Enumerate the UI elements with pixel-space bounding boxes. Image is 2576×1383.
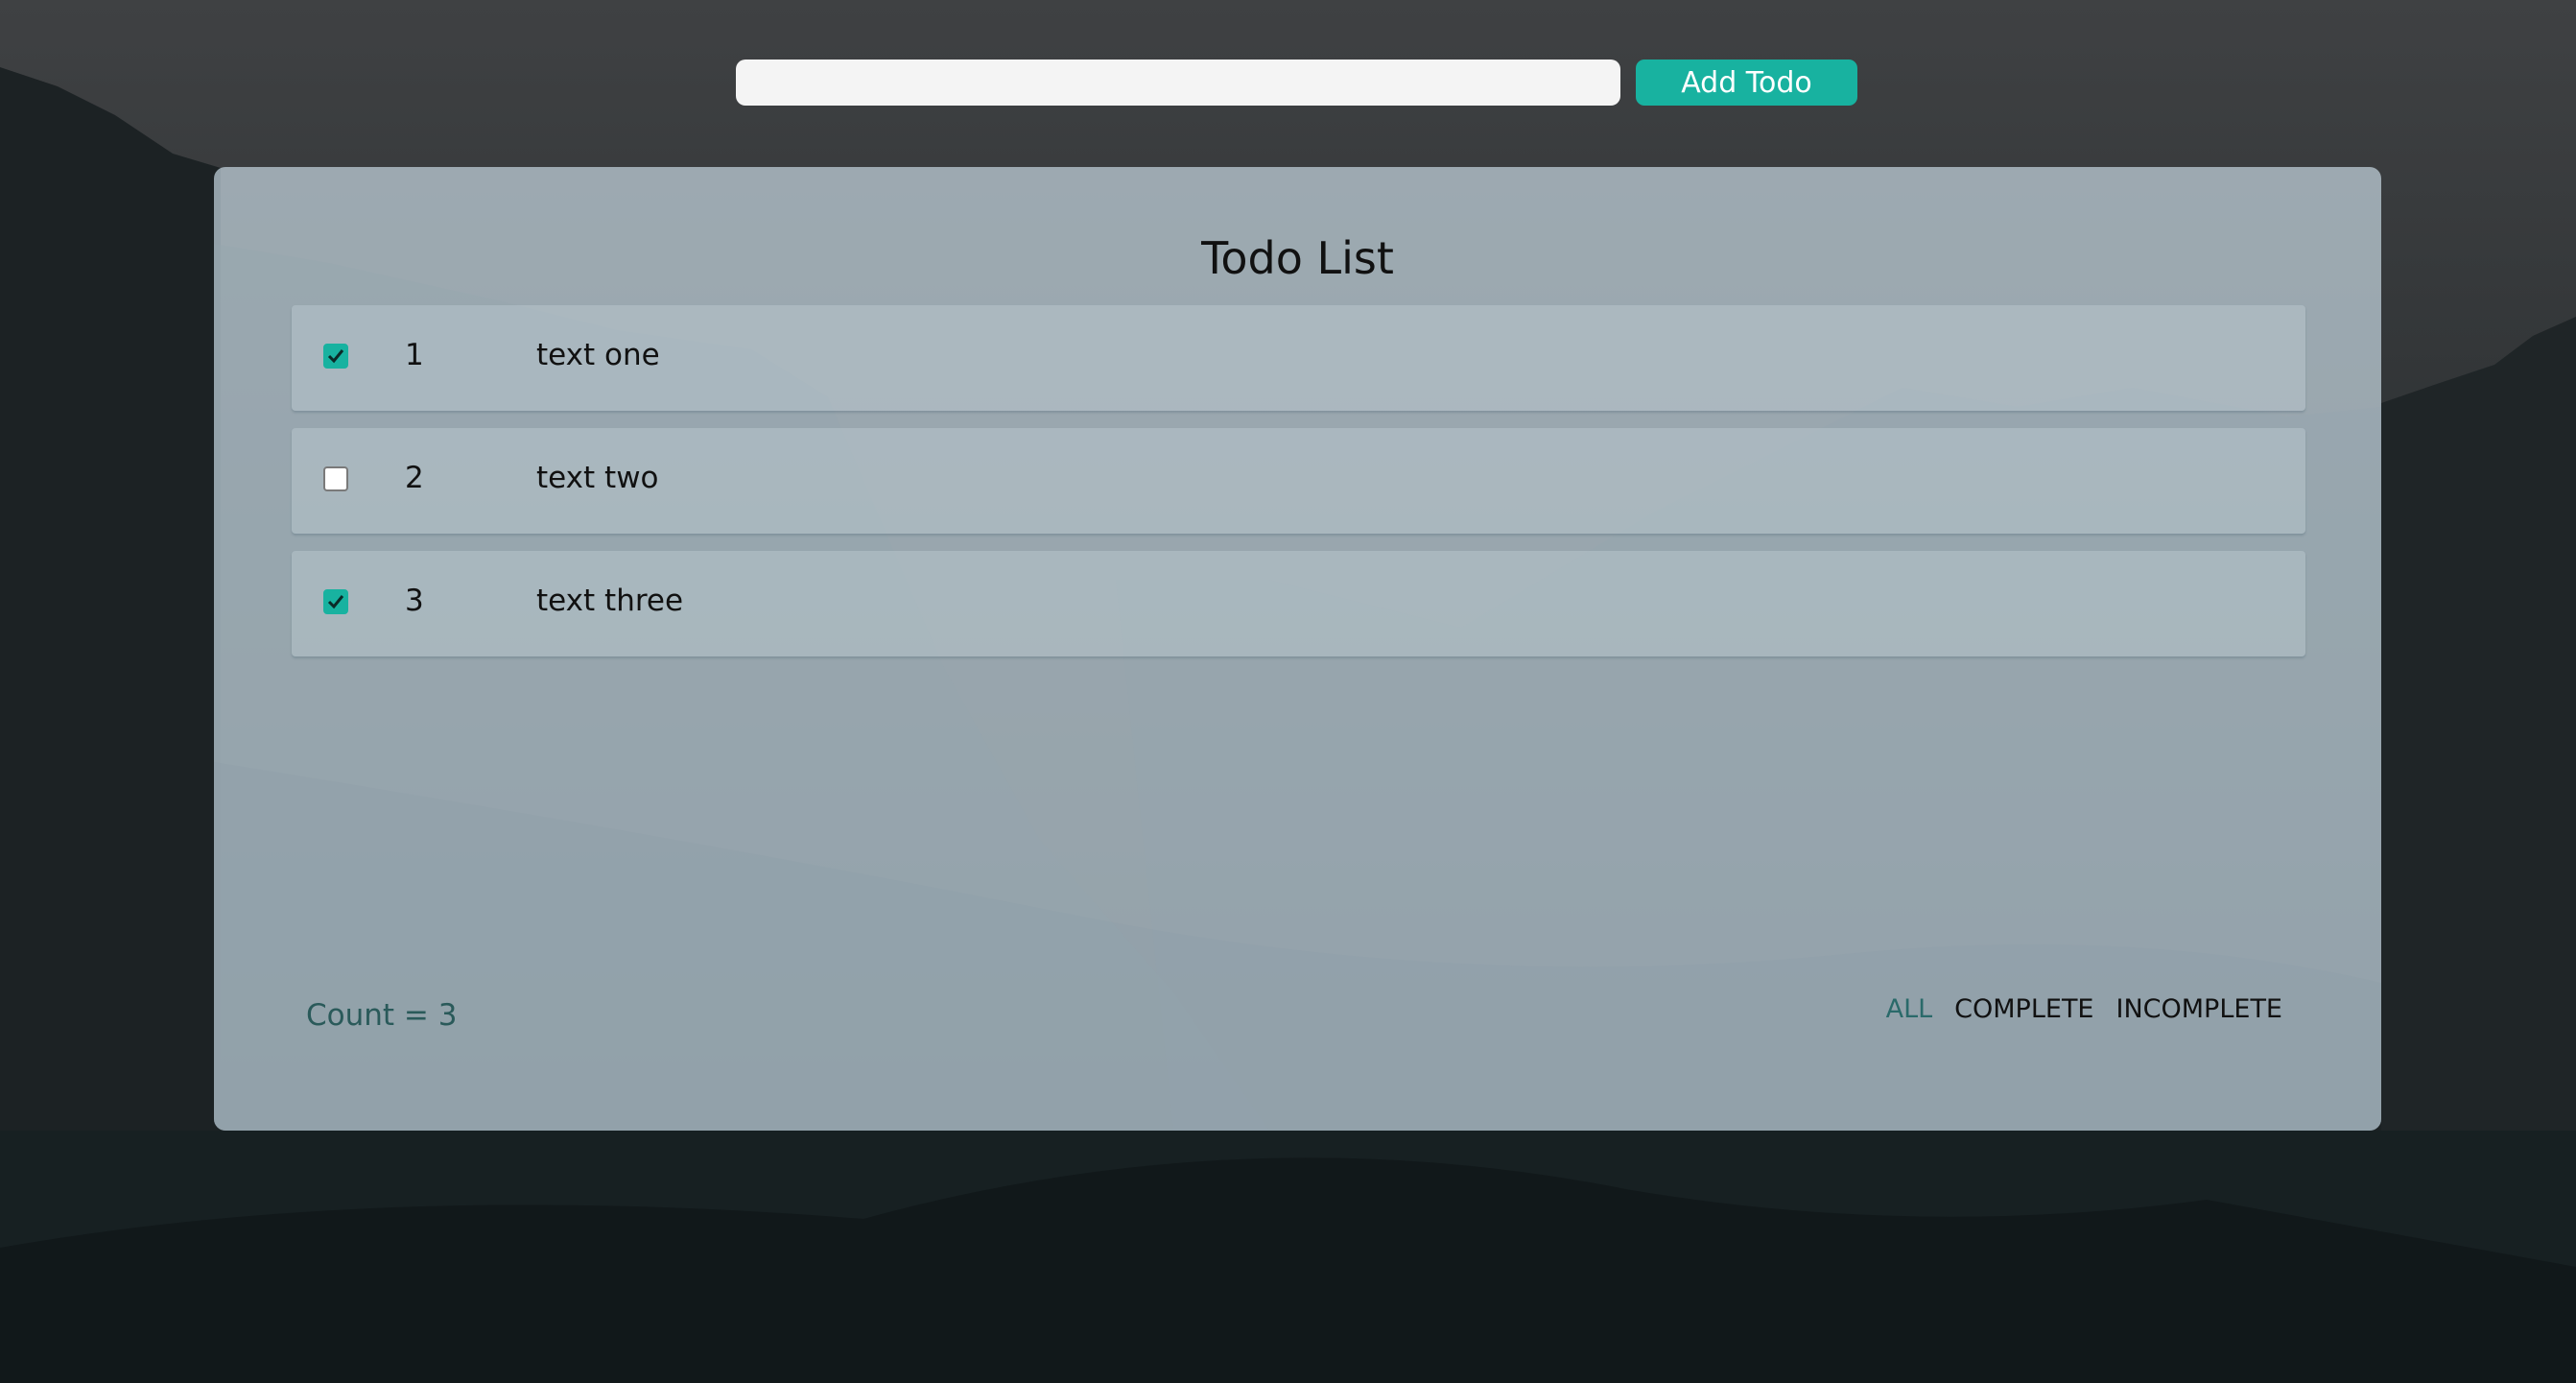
todo-checkbox[interactable] bbox=[323, 466, 348, 491]
todo-item: 2 text two bbox=[292, 428, 2305, 534]
todo-text: text one bbox=[536, 338, 660, 372]
todo-count: Count = 3 bbox=[306, 998, 458, 1033]
app-page: Add Todo Todo List 1 text one 2 text two… bbox=[0, 0, 2576, 1383]
todo-card: Todo List 1 text one 2 text two 3 text t… bbox=[214, 167, 2381, 1131]
todo-number: 1 bbox=[405, 338, 424, 372]
check-icon bbox=[327, 595, 344, 609]
todo-number: 2 bbox=[405, 461, 424, 495]
filter-incomplete-button[interactable]: INCOMPLETE bbox=[2116, 994, 2283, 1024]
todo-checkbox[interactable] bbox=[323, 344, 348, 369]
filter-complete-button[interactable]: COMPLETE bbox=[1954, 994, 2093, 1024]
todo-item: 3 text three bbox=[292, 551, 2305, 656]
check-icon bbox=[327, 349, 344, 364]
add-todo-button[interactable]: Add Todo bbox=[1636, 60, 1857, 106]
todo-input[interactable] bbox=[736, 60, 1620, 106]
todo-number: 3 bbox=[405, 584, 424, 618]
filter-all-button[interactable]: ALL bbox=[1886, 994, 1933, 1024]
add-todo-bar: Add Todo bbox=[736, 60, 1858, 106]
todo-list: 1 text one 2 text two 3 text three bbox=[292, 305, 2305, 674]
todo-text: text three bbox=[536, 584, 684, 618]
todo-checkbox[interactable] bbox=[323, 589, 348, 614]
page-title: Todo List bbox=[1201, 232, 1394, 284]
todo-text: text two bbox=[536, 461, 659, 495]
filter-bar: ALL COMPLETE INCOMPLETE bbox=[1886, 994, 2282, 1024]
todo-item: 1 text one bbox=[292, 305, 2305, 411]
